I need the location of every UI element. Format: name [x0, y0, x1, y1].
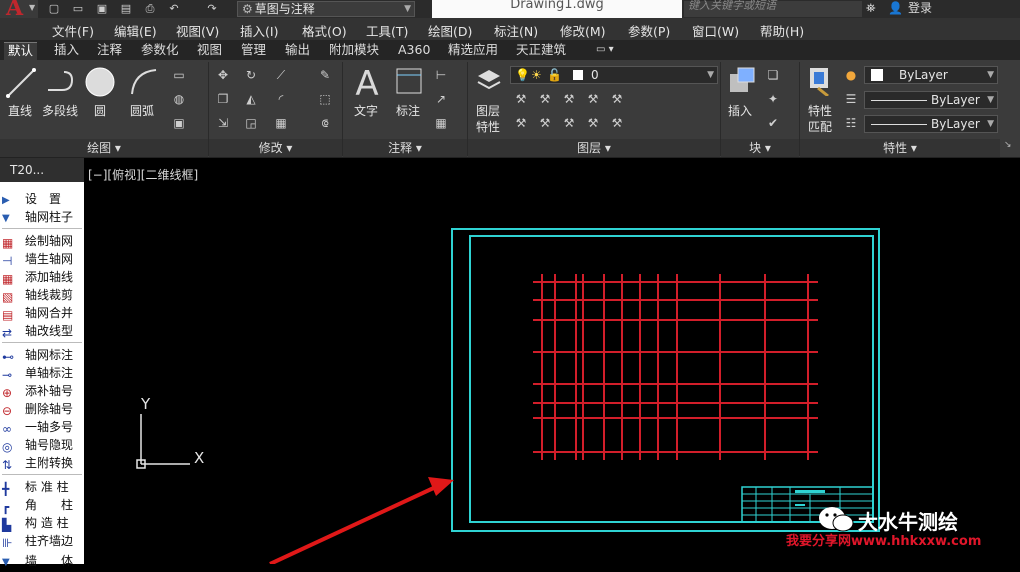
- ucs-y-label: Y: [140, 395, 151, 413]
- watermark-url: 我要分享网www.hhkxxw.com: [786, 534, 982, 549]
- inner-frame: [469, 235, 874, 523]
- outer-frame: [451, 228, 880, 532]
- axis-grid: [533, 274, 818, 460]
- drawing-overlay: Y X: [136, 228, 880, 564]
- annotation-arrow: [269, 477, 454, 564]
- ucs-x-label: X: [194, 449, 204, 467]
- ucs-icon: [136, 414, 190, 469]
